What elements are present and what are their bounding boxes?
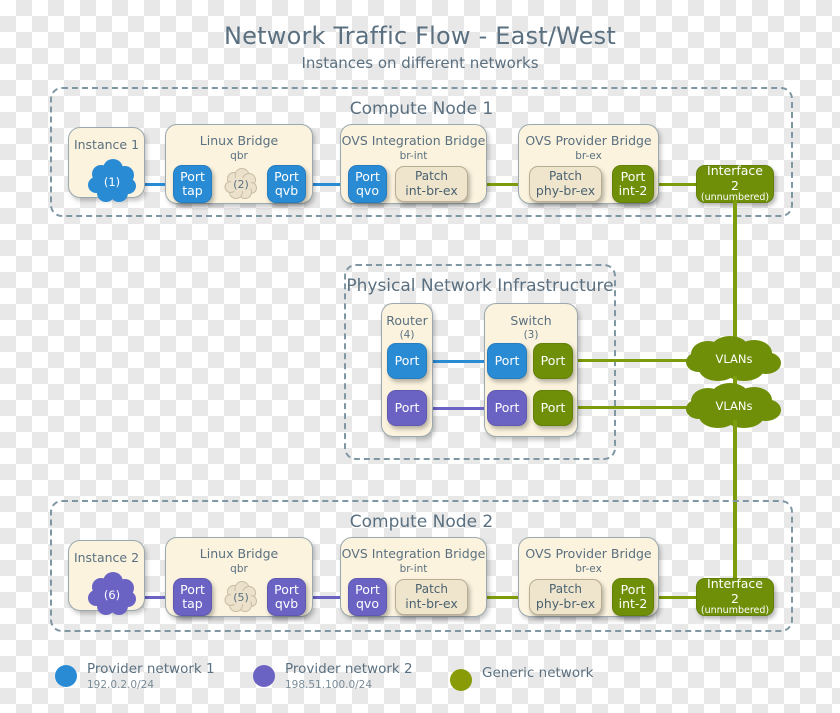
ovs-integration-bridge-2-subtitle: br-int [399, 563, 428, 575]
diagram-canvas: Network Traffic Flow - East/West Instanc… [0, 0, 840, 713]
switch-port-bottom-right-label: Port [540, 399, 566, 415]
port-qvo-2[interactable]: Port qvo [348, 578, 387, 616]
switch-port-top-right[interactable]: Port [533, 343, 573, 379]
port-int-2-node2[interactable]: Port int-2 [612, 578, 654, 616]
ovs-integration-bridge-1-title: OVS Integration Bridge [341, 133, 486, 148]
patch-phy-br-ex-1-line2: phy-br-ex [535, 182, 596, 198]
compute-node-2-title: Compute Node 2 [349, 512, 494, 532]
port-int-2-node1[interactable]: Port int-2 [612, 165, 654, 203]
interface-2-node1[interactable]: Interface 2 (unnumbered) [696, 163, 774, 203]
patch-int-br-ex-1-line2: int-br-ex [405, 182, 458, 198]
linux-bridge-1-title: Linux Bridge [199, 133, 279, 148]
patch-int-br-ex-2-line1: Patch [415, 581, 448, 596]
ovs-provider-bridge-1-title: OVS Provider Bridge [525, 133, 652, 148]
port-qvo-1-line1: Port [355, 168, 380, 184]
page-subtitle: Instances on different networks [301, 54, 539, 72]
patch-phy-br-ex-2-line1: Patch [549, 581, 582, 596]
port-qvo-2-line1: Port [355, 581, 380, 597]
port-qvo-2-line2: qvo [356, 596, 379, 611]
legend-dot-provider-network-1 [55, 665, 77, 687]
port-int-2-node2-line1: Port [620, 581, 646, 597]
legend-label-generic-network: Generic network [482, 665, 594, 681]
switch-port-top-left[interactable]: Port [487, 343, 527, 379]
port-qvb-1[interactable]: Port qvb [267, 165, 306, 203]
ovs-provider-bridge-2-subtitle: br-ex [575, 563, 602, 575]
instance-2-cloud-icon: (6) [86, 571, 138, 619]
instance-1-label: Instance 1 [73, 137, 140, 152]
legend-cidr-provider-network-1: 192.0.2.0/24 [87, 679, 154, 691]
legend-label-provider-network-2: Provider network 2 [285, 661, 413, 677]
switch-port-top-right-label: Port [540, 352, 566, 368]
ovs-integration-bridge-2-title: OVS Integration Bridge [341, 546, 486, 561]
link-interface2-node1-vlans [733, 200, 737, 357]
port-qvb-2-line2: qvb [274, 596, 299, 611]
port-tap-2[interactable]: Port tap [173, 578, 212, 616]
patch-phy-br-ex-2[interactable]: Patch phy-br-ex [529, 579, 602, 615]
port-tap-2-line2: tap [182, 596, 203, 611]
qbr-bridge-1-cloud-icon: (2) [224, 168, 258, 200]
patch-int-br-ex-2-line2: int-br-ex [405, 595, 458, 611]
compute-node-1-title: Compute Node 1 [349, 99, 494, 119]
legend-label-provider-network-1: Provider network 1 [87, 661, 215, 677]
link-switch-vlans-bottom [572, 406, 702, 409]
switch-subtitle: (3) [523, 329, 539, 341]
qbr-bridge-2-cloud-icon: (5) [224, 581, 258, 613]
instance-2-cloud-label: (6) [103, 588, 121, 602]
linux-bridge-2-subtitle: qbr [230, 563, 248, 575]
switch-title: Switch [510, 313, 552, 328]
switch-port-bottom-right[interactable]: Port [533, 390, 573, 426]
instance-2-label: Instance 2 [73, 550, 140, 565]
port-qvb-1-line2: qvb [274, 183, 299, 198]
link-router-switch-top [429, 360, 486, 363]
patch-int-br-ex-1-line1: Patch [415, 168, 448, 183]
legend-dot-provider-network-2 [253, 665, 275, 687]
port-qvb-1-line1: Port [274, 168, 299, 184]
router-subtitle: (4) [399, 329, 415, 341]
port-tap-1-line1: Port [180, 168, 205, 184]
link-switch-vlans-top [572, 359, 702, 362]
physical-network-title: Physical Network Infrastructure [346, 276, 614, 296]
router-port-top[interactable]: Port [387, 343, 427, 379]
linux-bridge-1-subtitle: qbr [230, 150, 248, 162]
linux-bridge-2-title: Linux Bridge [199, 546, 279, 561]
instance-1-cloud-icon: (1) [86, 158, 138, 206]
patch-phy-br-ex-1-line1: Patch [549, 168, 582, 183]
link-router-switch-bottom [429, 407, 486, 410]
qbr-bridge-2-cloud-label: (5) [233, 590, 249, 604]
switch-port-bottom-left[interactable]: Port [487, 390, 527, 426]
port-qvb-2-line1: Port [274, 581, 299, 597]
port-qvo-1[interactable]: Port qvo [348, 165, 387, 203]
port-int-2-node1-line2: int-2 [618, 183, 648, 198]
switch-port-top-left-label: Port [494, 352, 520, 368]
port-tap-2-line1: Port [180, 581, 205, 597]
interface-2-node2-line1: Interface 2 [707, 576, 763, 606]
ovs-integration-bridge-1-subtitle: br-int [399, 150, 428, 162]
qbr-bridge-1-cloud-label: (2) [233, 177, 249, 191]
port-tap-1[interactable]: Port tap [173, 165, 212, 203]
router-port-bottom[interactable]: Port [387, 390, 427, 426]
ovs-provider-bridge-1-subtitle: br-ex [575, 150, 602, 162]
legend-dot-generic-network [450, 669, 472, 691]
port-tap-1-line2: tap [182, 183, 203, 198]
router-port-bottom-label: Port [394, 399, 420, 415]
port-qvo-1-line2: qvo [356, 183, 379, 198]
patch-int-br-ex-1[interactable]: Patch int-br-ex [395, 166, 468, 202]
legend-cidr-provider-network-2: 198.51.100.0/24 [285, 679, 373, 691]
patch-phy-br-ex-2-line2: phy-br-ex [535, 595, 596, 611]
patch-phy-br-ex-1[interactable]: Patch phy-br-ex [529, 166, 602, 202]
port-int-2-node2-line2: int-2 [618, 596, 648, 611]
port-qvb-2[interactable]: Port qvb [267, 578, 306, 616]
interface-2-node2[interactable]: Interface 2 (unnumbered) [696, 576, 774, 616]
interface-2-node2-line2: (unnumbered) [700, 604, 770, 616]
router-port-top-label: Port [394, 352, 420, 368]
switch-port-bottom-left-label: Port [494, 399, 520, 415]
page-title: Network Traffic Flow - East/West [224, 22, 616, 50]
patch-int-br-ex-2[interactable]: Patch int-br-ex [395, 579, 468, 615]
router-title: Router [386, 313, 428, 328]
interface-2-node1-line1: Interface 2 [707, 163, 763, 193]
port-int-2-node1-line1: Port [620, 168, 646, 184]
ovs-provider-bridge-2-title: OVS Provider Bridge [525, 546, 652, 561]
instance-1-cloud-label: (1) [103, 175, 121, 189]
